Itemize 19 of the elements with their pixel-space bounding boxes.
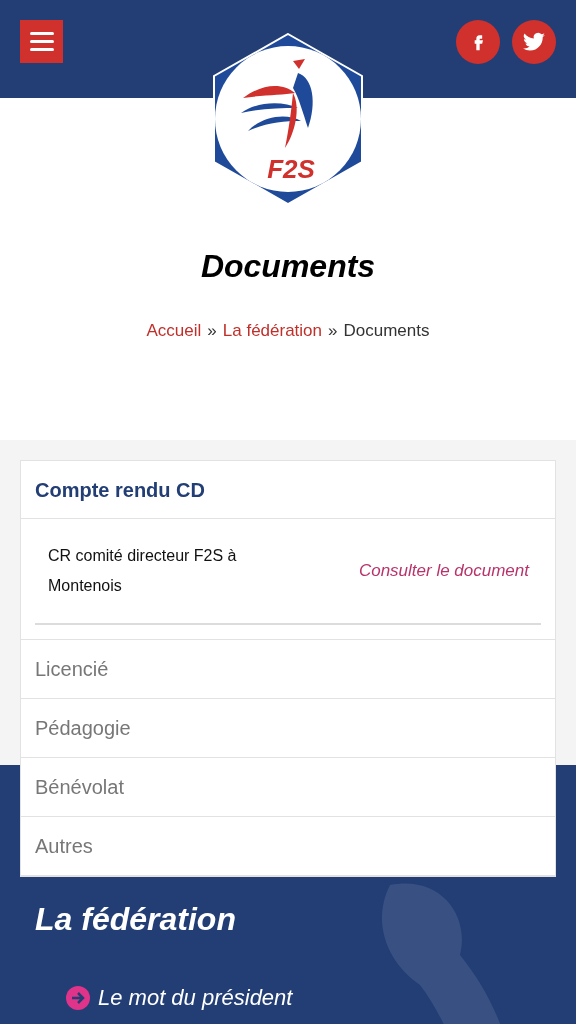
breadcrumb-link[interactable]: Accueil [146,318,202,344]
breadcrumb-text: » [328,320,338,342]
accordion-header[interactable]: Pédagogie [21,699,555,757]
accordion-header[interactable]: Bénévolat [21,758,555,816]
breadcrumb-link[interactable]: La fédération [222,318,323,344]
document-link[interactable]: Consulter le document [358,558,529,584]
arrow-circle-icon [66,985,90,1010]
footer-title: La fédération [34,900,237,939]
accordion-header[interactable]: Licencié [21,640,555,698]
breadcrumb-text: Documents [343,320,430,342]
document-name: CR comité directeur F2S à Montenois [48,546,238,596]
breadcrumb-text: » [207,320,217,342]
accordion-header[interactable]: Autres [21,817,555,875]
menu-button[interactable] [20,20,63,63]
twitter-button[interactable] [512,20,556,64]
page-title: Documents [200,250,376,282]
accordion-header[interactable]: Compte rendu CD [21,461,555,519]
facebook-button[interactable] [456,20,500,64]
footer-link[interactable]: Le mot du président [98,981,293,1014]
